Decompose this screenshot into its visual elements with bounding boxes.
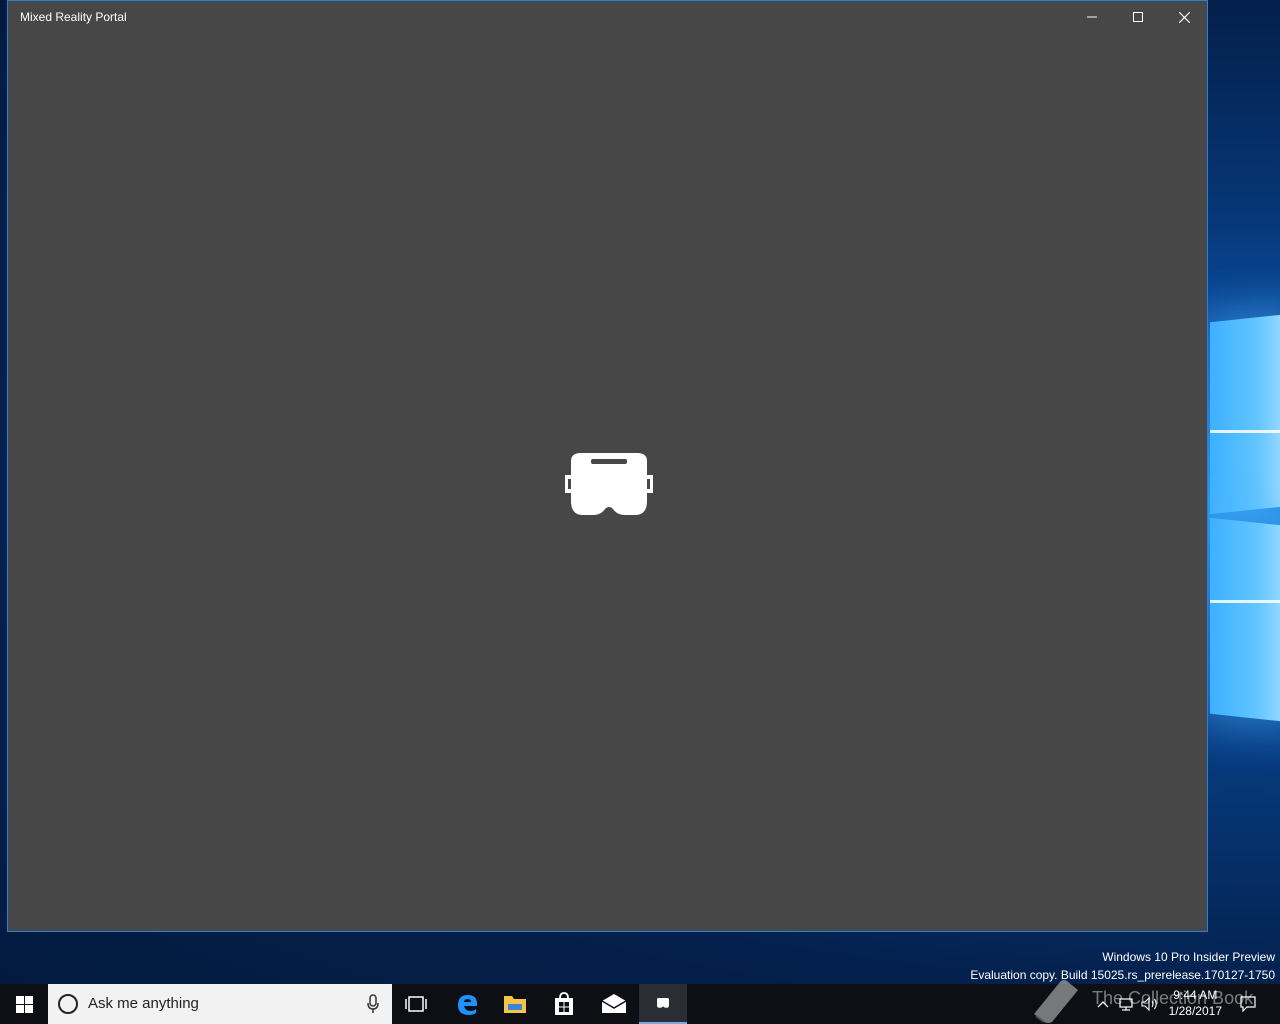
window-title: Mixed Reality Portal: [20, 10, 127, 24]
mixed-reality-portal-icon: [657, 998, 669, 1008]
edge-taskbar-button[interactable]: [443, 984, 491, 1024]
build-watermark-line1: Windows 10 Pro Insider Preview: [1102, 950, 1275, 964]
mail-icon: [601, 994, 627, 1013]
windows-start-icon: [15, 995, 33, 1013]
collection-book-watermark: The Collection Book: [1092, 988, 1254, 1008]
search-placeholder: Ask me anything: [88, 995, 199, 1012]
task-view-icon: [405, 996, 427, 1012]
minimize-icon: [1087, 16, 1097, 18]
light-ray: [1210, 430, 1280, 433]
windows-logo-pane-upper: [1210, 313, 1280, 515]
task-view-button[interactable]: [392, 984, 440, 1024]
build-watermark-line2: Evaluation copy. Build 15025.rs_prerelea…: [970, 968, 1275, 982]
windows-logo-pane-lower: [1210, 517, 1280, 723]
cortana-search-box[interactable]: Ask me anything: [48, 984, 392, 1024]
light-ray: [1210, 600, 1280, 603]
close-icon: [1178, 11, 1190, 23]
minimize-button[interactable]: [1069, 1, 1115, 33]
mixed-reality-portal-window: Mixed Reality Portal: [7, 0, 1208, 932]
mixed-reality-portal-taskbar-button[interactable]: [639, 984, 687, 1024]
edge-icon: [458, 995, 477, 1015]
start-button[interactable]: [0, 984, 48, 1024]
vr-headset-icon: [565, 453, 653, 515]
close-button[interactable]: [1161, 1, 1207, 33]
microphone-icon[interactable]: [366, 994, 380, 1014]
taskbar: Ask me anything 9:44 AM 1/28/2017: [0, 984, 1280, 1024]
maximize-button[interactable]: [1115, 1, 1161, 33]
file-explorer-button[interactable]: [491, 984, 539, 1024]
store-button[interactable]: [540, 984, 588, 1024]
store-icon: [555, 992, 573, 1015]
file-explorer-icon: [504, 996, 526, 1013]
title-bar[interactable]: Mixed Reality Portal: [8, 1, 1207, 33]
cortana-icon: [58, 994, 78, 1014]
maximize-icon: [1133, 12, 1143, 22]
book-watermark-icon: [1034, 980, 1078, 1023]
mail-button[interactable]: [590, 984, 638, 1024]
